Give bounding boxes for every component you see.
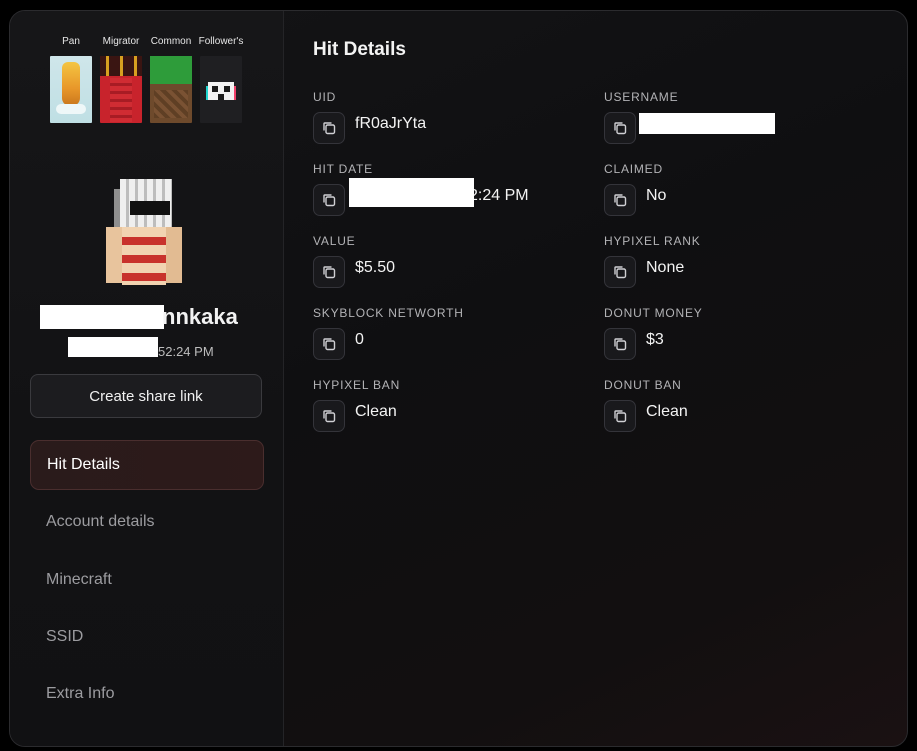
field-label: SKYBLOCK NETWORTH [313,306,464,320]
field-label: UID [313,90,337,104]
field-value: Clean [646,403,688,420]
copy-icon[interactable] [604,256,636,288]
field-value: VALUE $5.50 [313,234,573,288]
field-label: VALUE [313,234,356,248]
cape-followers[interactable]: Follower's [198,36,244,123]
page-title: Hit Details [313,39,406,60]
avatar-arm-left [106,227,122,283]
copy-icon[interactable] [604,400,636,432]
main-panel: Hit Details UID fR0aJrYta HIT DATE 2:24 … [284,11,907,746]
followers-cape-icon [200,56,242,123]
player-name: nnkaka [162,304,238,329]
field-value: Clean [355,403,397,420]
field-label: HIT DATE [313,162,373,176]
field-value: No [646,187,667,204]
copy-icon[interactable] [313,184,345,216]
copy-icon[interactable] [604,184,636,216]
common-cape-icon [150,56,192,123]
avatar-glasses [130,201,170,215]
field-claimed: CLAIMED No [604,162,864,216]
field-skyblock-networth: SKYBLOCK NETWORTH 0 [313,306,573,360]
nav-minecraft[interactable]: Minecraft [30,555,264,605]
field-value: 2:24 PM [469,187,529,204]
app-window: Pan Migrator Common Follower's nnkaka 52… [9,10,908,747]
copy-icon[interactable] [313,328,345,360]
redacted-name [40,305,164,329]
copy-icon[interactable] [604,328,636,360]
field-label: DONUT BAN [604,378,682,392]
field-value: $5.50 [355,259,396,276]
field-hypixel-rank: HYPIXEL RANK None [604,234,864,288]
field-label: DONUT MONEY [604,306,703,320]
field-value: 0 [355,331,364,348]
copy-icon[interactable] [313,400,345,432]
player-time: 52:24 PM [158,344,214,359]
pan-cape-icon [50,56,92,123]
redacted-username [639,113,775,134]
field-value: fR0aJrYta [355,115,427,132]
create-share-link-button[interactable]: Create share link [30,374,262,418]
nav-ssid[interactable]: SSID [30,612,264,662]
field-label: HYPIXEL BAN [313,378,401,392]
field-donut-ban: DONUT BAN Clean [604,378,864,432]
migrator-cape-icon [100,56,142,123]
field-label: HYPIXEL RANK [604,234,701,248]
redacted-hit-date [349,178,474,207]
avatar-body [122,227,166,285]
field-uid: UID fR0aJrYta [313,90,573,144]
copy-icon[interactable] [604,112,636,144]
field-value: $3 [646,331,664,348]
copy-icon[interactable] [313,112,345,144]
field-hypixel-ban: HYPIXEL BAN Clean [313,378,573,432]
field-donut-money: DONUT MONEY $3 [604,306,864,360]
avatar-arm-right [166,227,182,283]
field-label: USERNAME [604,90,679,104]
cape-label: Follower's [198,36,244,47]
nav-extra-info[interactable]: Extra Info [30,669,264,719]
nav-account-details[interactable]: Account details [30,497,264,547]
redacted-time [68,337,158,357]
nav-hit-details[interactable]: Hit Details [30,440,264,490]
field-label: CLAIMED [604,162,663,176]
field-value: None [646,259,685,276]
avatar [100,179,190,289]
copy-icon[interactable] [313,256,345,288]
sidebar: Pan Migrator Common Follower's nnkaka 52… [10,11,284,746]
